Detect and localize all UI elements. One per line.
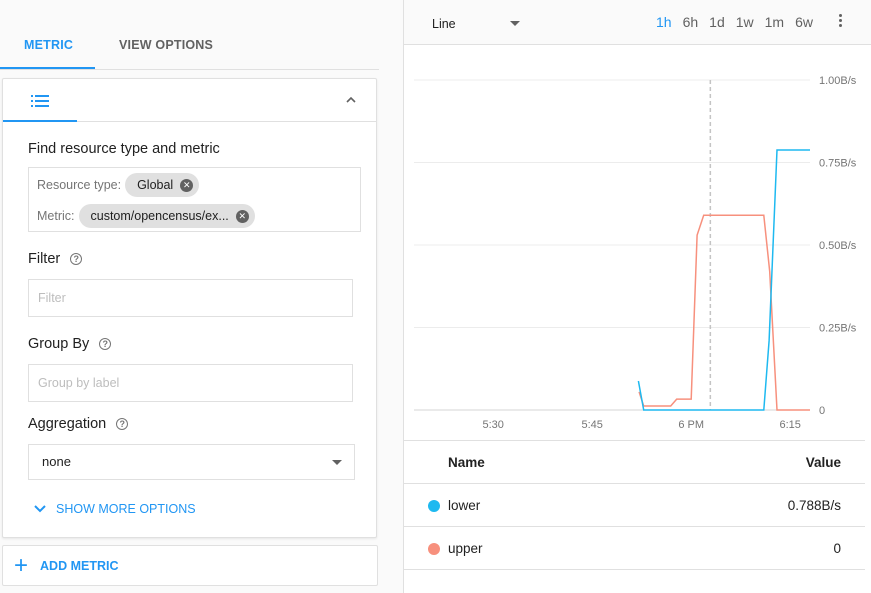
aggregation-heading: Aggregation? bbox=[28, 416, 129, 432]
chevron-down-icon bbox=[34, 505, 46, 513]
y-tick-label: 0.75B/s bbox=[819, 158, 857, 170]
resource-metric-selector[interactable]: Resource type: Global ✕ Metric: custom/o… bbox=[28, 167, 361, 232]
group-by-input[interactable] bbox=[38, 376, 352, 390]
chart-toolbar: Line 1h 6h 1d 1w 1m 6w bbox=[404, 0, 871, 45]
caret-down-icon[interactable] bbox=[510, 21, 520, 26]
series-value: 0 bbox=[833, 541, 841, 556]
range-6w[interactable]: 6w bbox=[795, 14, 813, 30]
y-tick-label: 0.25B/s bbox=[819, 323, 857, 335]
metric-card: Find resource type and metric Resource t… bbox=[2, 78, 377, 538]
active-tab-indicator bbox=[0, 67, 95, 69]
tab-view-options[interactable]: VIEW OPTIONS bbox=[119, 38, 213, 52]
filter-label: Filter bbox=[28, 251, 61, 267]
metric-row: Metric: custom/opencensus/ex... ✕ bbox=[37, 204, 255, 228]
value-column-header[interactable]: Value bbox=[806, 455, 841, 470]
name-column-header[interactable]: Name bbox=[448, 455, 485, 470]
help-icon[interactable]: ? bbox=[99, 338, 112, 350]
resource-type-label: Resource type: bbox=[37, 178, 122, 192]
filter-heading: Filter? bbox=[28, 251, 83, 267]
find-resource-label: Find resource type and metric bbox=[28, 141, 220, 157]
group-by-field[interactable] bbox=[28, 364, 353, 402]
show-more-options-label: SHOW MORE OPTIONS bbox=[56, 502, 196, 516]
remove-metric-icon[interactable]: ✕ bbox=[235, 209, 249, 223]
x-tick-label: 5:45 bbox=[581, 419, 602, 431]
metric-value: custom/opencensus/ex... bbox=[90, 209, 229, 223]
aggregation-label: Aggregation bbox=[28, 416, 107, 432]
chart-type-select[interactable]: Line bbox=[432, 17, 456, 31]
x-tick-label: 6 PM bbox=[678, 419, 704, 431]
y-tick-label: 0 bbox=[819, 405, 825, 417]
plus-icon: + bbox=[14, 551, 29, 579]
range-6h[interactable]: 6h bbox=[683, 14, 699, 30]
series-line-lower bbox=[637, 149, 810, 411]
legend-row-lower[interactable]: lower 0.788B/s bbox=[404, 484, 865, 527]
legend-table-header: Name Value bbox=[404, 441, 865, 484]
help-icon[interactable]: ? bbox=[116, 418, 129, 430]
legend-row-upper[interactable]: upper 0 bbox=[404, 527, 865, 570]
group-by-heading: Group By? bbox=[28, 336, 112, 352]
series-value: 0.788B/s bbox=[787, 498, 841, 513]
aggregation-select[interactable]: none bbox=[28, 444, 355, 480]
time-range-selector: 1h 6h 1d 1w 1m 6w bbox=[656, 14, 824, 30]
y-tick-label: 0.50B/s bbox=[819, 240, 857, 252]
more-vert-icon[interactable] bbox=[838, 14, 844, 30]
help-icon[interactable]: ? bbox=[70, 253, 83, 265]
legend-table: Name Value lower 0.788B/s upper 0 bbox=[404, 440, 865, 570]
x-tick-label: 6:15 bbox=[779, 419, 800, 431]
panel-tabs: METRIC VIEW OPTIONS bbox=[0, 0, 379, 70]
series-name: lower bbox=[448, 498, 481, 513]
chevron-up-icon[interactable] bbox=[344, 93, 358, 107]
resource-type-value: Global bbox=[137, 178, 174, 192]
group-by-label: Group By bbox=[28, 336, 90, 352]
range-1h[interactable]: 1h bbox=[656, 14, 672, 30]
range-1d[interactable]: 1d bbox=[709, 14, 725, 30]
tab-metric[interactable]: METRIC bbox=[24, 38, 73, 52]
filter-input[interactable] bbox=[38, 291, 352, 305]
y-tick-label: 1.00B/s bbox=[819, 75, 857, 87]
metric-label: Metric: bbox=[37, 209, 75, 223]
series-color-dot bbox=[428, 500, 440, 512]
resource-type-chip[interactable]: Global ✕ bbox=[125, 173, 200, 197]
add-metric-button[interactable]: + ADD METRIC bbox=[2, 545, 378, 586]
metric-card-header bbox=[3, 79, 376, 122]
remove-resource-type-icon[interactable]: ✕ bbox=[180, 178, 194, 192]
metric-chip[interactable]: custom/opencensus/ex... ✕ bbox=[78, 204, 255, 228]
show-more-options-button[interactable]: SHOW MORE OPTIONS bbox=[33, 502, 196, 516]
caret-down-icon bbox=[332, 460, 342, 465]
metric-list-tab[interactable] bbox=[3, 79, 77, 122]
chart-panel: Line 1h 6h 1d 1w 1m 6w 0 0.25B/s 0.50B/s 0.75B/s… bbox=[404, 0, 871, 593]
aggregation-value: none bbox=[42, 454, 71, 469]
metric-panel: METRIC VIEW OPTIONS Find resource type a… bbox=[0, 0, 403, 593]
line-chart: 0 0.25B/s 0.50B/s 0.75B/s 1.00B/s 5:30 5:45 6 P… bbox=[414, 75, 857, 431]
add-metric-label: ADD METRIC bbox=[40, 558, 119, 573]
series-color-dot bbox=[428, 543, 440, 555]
list-icon bbox=[31, 95, 49, 107]
chart-type-value: Line bbox=[432, 17, 456, 31]
range-1m[interactable]: 1m bbox=[765, 14, 784, 30]
x-tick-label: 5:30 bbox=[482, 419, 503, 431]
resource-type-row: Resource type: Global ✕ bbox=[37, 173, 200, 197]
filter-field[interactable] bbox=[28, 279, 353, 317]
series-name: upper bbox=[448, 541, 483, 556]
range-1w[interactable]: 1w bbox=[736, 14, 754, 30]
